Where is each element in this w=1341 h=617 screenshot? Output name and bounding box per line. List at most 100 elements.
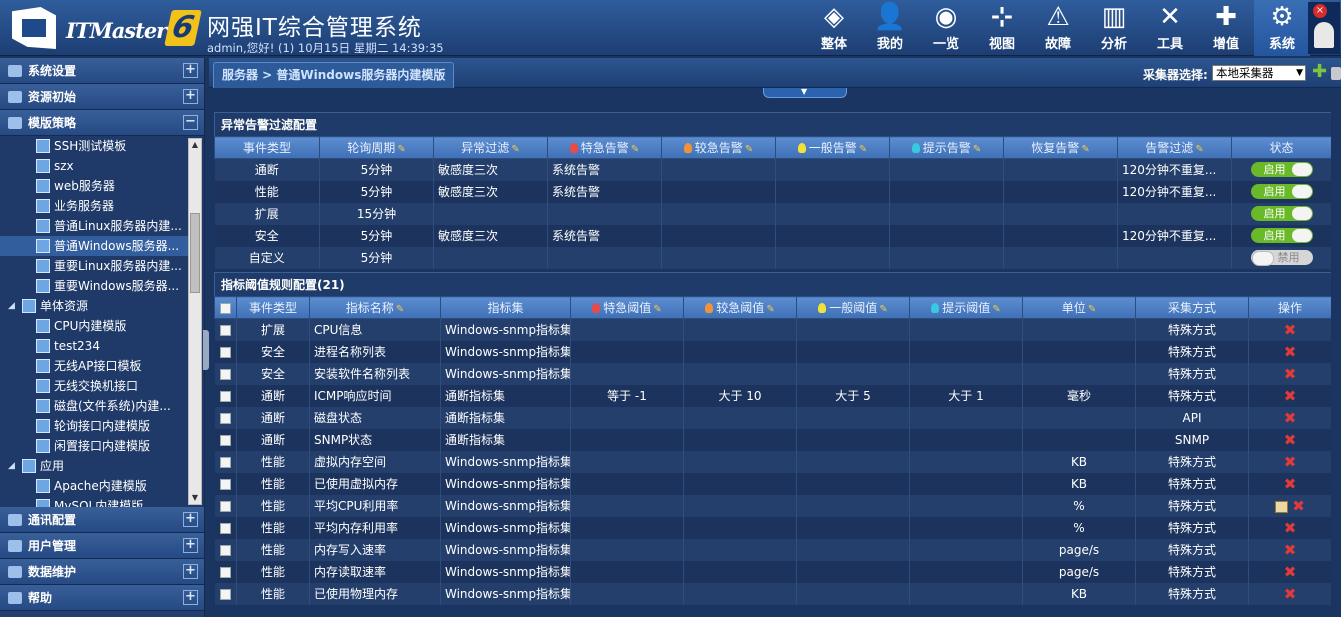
sidebar-section[interactable]: 模版策略 − — [0, 110, 204, 136]
edit-pencil-icon[interactable]: ✎ — [397, 144, 405, 155]
tree-group[interactable]: ◢ 应用 — [0, 456, 188, 476]
column-header[interactable]: 事件类型 — [214, 136, 320, 159]
tree-item[interactable]: Apache内建模版 — [0, 476, 188, 496]
tree-item[interactable]: 磁盘(文件系统)内建... — [0, 396, 188, 416]
column-header[interactable]: 指标集 — [440, 296, 571, 319]
expand-icon[interactable]: + — [183, 590, 198, 605]
expand-icon[interactable]: + — [183, 63, 198, 78]
tree-expand-icon[interactable]: ◢ — [8, 296, 15, 316]
table-row[interactable]: 自定义 5分钟 禁用 — [214, 246, 1332, 269]
delete-icon[interactable]: ✖ — [1284, 431, 1297, 449]
expand-icon[interactable]: + — [183, 89, 198, 104]
delete-icon[interactable]: ✖ — [1284, 585, 1297, 603]
sidebar-section[interactable]: 系统设置 + — [0, 58, 204, 84]
add-icon[interactable]: ✚ — [1312, 63, 1327, 81]
table-row[interactable]: 安全 5分钟 敏感度三次 系统告警 120分钟不重复... 启用 — [214, 224, 1332, 247]
edit-pencil-icon[interactable]: ✎ — [1088, 304, 1096, 315]
column-header[interactable]: 恢复告警 ✎ — [1003, 136, 1118, 159]
status-toggle[interactable]: 启用 — [1250, 206, 1313, 221]
table-row[interactable]: 性能 平均CPU利用率 Windows-snmp指标集% 特殊方式 ✖ — [214, 494, 1332, 517]
status-toggle[interactable]: 启用 — [1250, 184, 1313, 199]
column-header[interactable]: 指标名称 ✎ — [309, 296, 441, 319]
edit-pencil-icon[interactable]: ✎ — [653, 304, 661, 315]
collapse-icon[interactable]: − — [183, 115, 198, 130]
status-toggle[interactable]: 启用 — [1250, 162, 1313, 178]
table-row[interactable]: 性能 虚拟内存空间 Windows-snmp指标集 KB 特殊方式 ✖ — [214, 450, 1332, 473]
scroll-up-icon[interactable]: ▲ — [189, 139, 201, 151]
sidebar-section[interactable]: 通讯配置 + — [0, 507, 204, 533]
row-checkbox[interactable] — [219, 390, 231, 402]
expand-icon[interactable]: + — [183, 512, 198, 527]
table-row[interactable]: 通断 5分钟 敏感度三次 系统告警 120分钟不重复... 启用 — [214, 158, 1332, 181]
column-header[interactable]: 事件类型 — [236, 296, 310, 319]
nav-gear[interactable]: ⚙ 系统 — [1254, 0, 1310, 56]
table-row[interactable]: 通断 SNMP状态 通断指标集 SNMP ✖ — [214, 428, 1332, 451]
tree-item[interactable]: 闲置接口内建模版 — [0, 436, 188, 456]
edit-pencil-icon[interactable]: ✎ — [766, 304, 774, 315]
tree-item[interactable]: 轮询接口内建模版 — [0, 416, 188, 436]
tree-item[interactable]: CPU内建模版 — [0, 316, 188, 336]
row-checkbox[interactable] — [219, 434, 231, 446]
row-checkbox[interactable] — [219, 368, 231, 380]
scroll-thumb[interactable] — [190, 213, 200, 293]
table-row[interactable]: 安全 进程名称列表 Windows-snmp指标集 特殊方式 ✖ — [214, 340, 1332, 363]
column-header[interactable]: 特急告警 ✎ — [547, 136, 662, 159]
edit-pencil-icon[interactable]: ✎ — [859, 144, 867, 155]
tree-item[interactable]: 无线AP接口模板 — [0, 356, 188, 376]
nav-user[interactable]: 👤 我的 — [862, 0, 918, 56]
row-checkbox[interactable] — [219, 500, 231, 512]
row-checkbox[interactable] — [219, 346, 231, 358]
row-checkbox[interactable] — [219, 544, 231, 556]
status-toggle[interactable]: 启用 — [1250, 228, 1313, 243]
tree-item[interactable]: 普通Windows服务器... — [0, 236, 188, 256]
row-checkbox[interactable] — [219, 478, 231, 490]
tree-item[interactable]: SSH测试模板 — [0, 136, 188, 156]
table-row[interactable]: 性能 平均内存利用率 Windows-snmp指标集% 特殊方式 ✖ — [214, 516, 1332, 539]
tree-item[interactable]: szx — [0, 156, 188, 176]
user-avatar[interactable]: × — [1308, 2, 1340, 54]
tree-item[interactable]: MySQL内建模版 — [0, 496, 188, 507]
column-header[interactable]: 异常过滤 ✎ — [433, 136, 548, 159]
edit-pencil-icon[interactable]: ✎ — [1081, 144, 1089, 155]
table-row[interactable]: 性能 5分钟 敏感度三次 系统告警 120分钟不重复... 启用 — [214, 180, 1332, 203]
nav-tools[interactable]: ✕ 工具 — [1142, 0, 1198, 56]
table-row[interactable]: 性能 内存读取速率 Windows-snmp指标集 page/s 特殊方式 ✖ — [214, 560, 1332, 583]
sidebar-section[interactable]: 帮助 + — [0, 585, 204, 611]
table-row[interactable]: 性能 已使用虚拟内存 Windows-snmp指标集 KB 特殊方式 ✖ — [214, 472, 1332, 495]
edit-pencil-icon[interactable]: ✎ — [631, 144, 639, 155]
nav-network[interactable]: ⊹ 视图 — [974, 0, 1030, 56]
row-checkbox[interactable] — [219, 566, 231, 578]
tree-item[interactable]: 普通Linux服务器内建... — [0, 216, 188, 236]
delete-icon[interactable]: ✖ — [1284, 409, 1297, 427]
tree-item[interactable]: web服务器 — [0, 176, 188, 196]
row-checkbox[interactable] — [219, 588, 231, 600]
column-header[interactable]: 一般告警 ✎ — [775, 136, 890, 159]
delete-icon[interactable]: ✖ — [1284, 475, 1297, 493]
table-row[interactable]: 通断 磁盘状态 通断指标集 API ✖ — [214, 406, 1332, 429]
column-header[interactable]: 状态 — [1231, 136, 1332, 159]
scroll-down-icon[interactable]: ▼ — [189, 492, 201, 504]
table-row[interactable]: 通断 ICMP响应时间 通断指标集 等于 -1 大于 10 大于 5 大于 1 毫秒 特殊方式 ✖ — [214, 384, 1332, 407]
delete-icon[interactable]: ✖ — [1284, 563, 1297, 581]
tree-scrollbar[interactable]: ▲ ▼ — [188, 138, 202, 505]
delete-icon[interactable]: ✖ — [1284, 387, 1297, 405]
column-header[interactable]: 操作 — [1248, 296, 1332, 319]
column-header[interactable]: 采集方式 — [1135, 296, 1249, 319]
main-scrollbar[interactable] — [1331, 96, 1341, 617]
delete-icon[interactable]: ✖ — [1284, 519, 1297, 537]
row-checkbox[interactable] — [219, 456, 231, 468]
expand-icon[interactable]: + — [183, 538, 198, 553]
row-checkbox[interactable] — [219, 412, 231, 424]
column-header[interactable]: 提示阈值 ✎ — [909, 296, 1023, 319]
delete-icon[interactable]: ✖ — [1284, 321, 1297, 339]
tree-item[interactable]: 重要Windows服务器... — [0, 276, 188, 296]
delete-icon[interactable]: ✖ — [1292, 497, 1305, 515]
nav-bar-chart[interactable]: ▥ 分析 — [1086, 0, 1142, 56]
collector-select[interactable]: 本地采集器 ▼ — [1212, 65, 1306, 81]
tree-expand-icon[interactable]: ◢ — [8, 456, 15, 476]
edit-pencil-icon[interactable]: ✎ — [396, 304, 404, 315]
delete-icon[interactable]: ✖ — [1284, 365, 1297, 383]
tree-group[interactable]: ◢ 单体资源 — [0, 296, 188, 316]
column-header[interactable]: 单位 ✎ — [1022, 296, 1136, 319]
nav-warning[interactable]: ⚠ 故障 — [1030, 0, 1086, 56]
